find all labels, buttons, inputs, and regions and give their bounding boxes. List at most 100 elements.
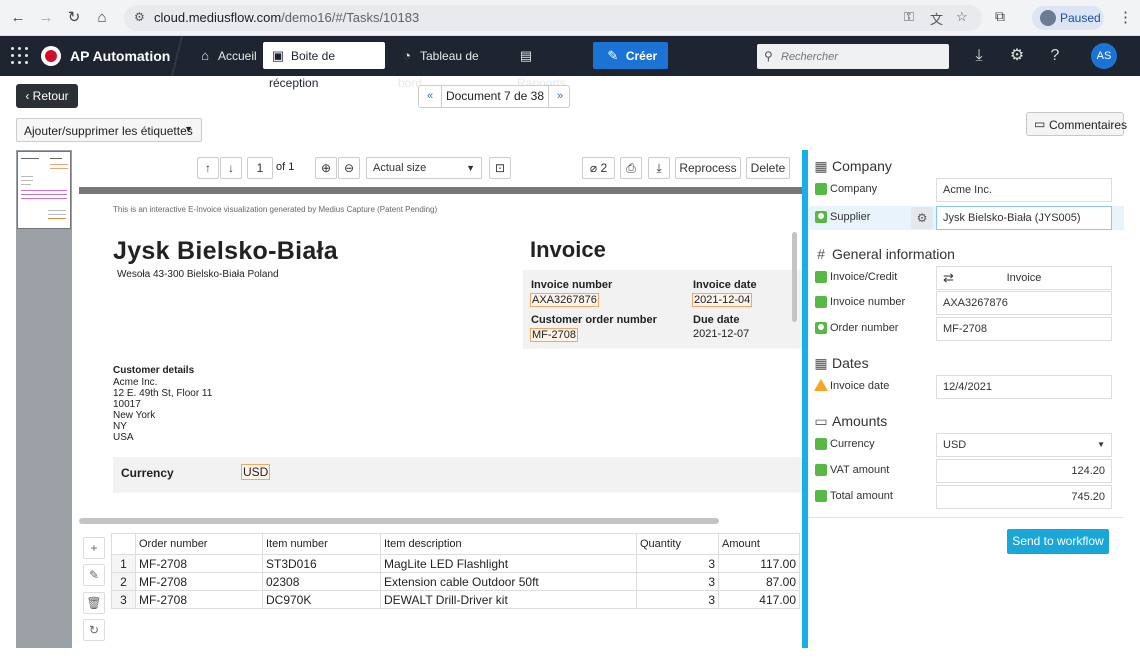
status-ok-icon	[815, 183, 827, 195]
column-header[interactable]: Amount	[718, 533, 800, 555]
tags-dropdown[interactable]: Ajouter/supprimer les étiquettes ▼	[16, 118, 202, 142]
vat-amount-field[interactable]: 124.20	[936, 459, 1112, 483]
attachments-button[interactable]: ⌀ 2	[582, 157, 615, 179]
next-document-button[interactable]: »	[549, 86, 571, 107]
column-header[interactable]: Item number	[262, 533, 381, 555]
supplier-settings-icon[interactable]: ⚙	[911, 207, 933, 229]
column-header[interactable]: Item description	[380, 533, 637, 555]
page-number-input[interactable]: 1	[247, 157, 273, 179]
add-line-icon[interactable]: +	[83, 537, 105, 559]
create-button[interactable]: ✎ Créer	[593, 42, 668, 69]
warning-icon	[814, 379, 828, 391]
column-header[interactable]: Quantity	[636, 533, 719, 555]
site-settings-icon[interactable]: ⚙	[134, 10, 145, 24]
column-header[interactable]: Order number	[135, 533, 263, 555]
send-to-workflow-button[interactable]: Send to workflow	[1007, 529, 1109, 554]
help-icon[interactable]: ?	[1044, 45, 1066, 67]
arrow-up-icon[interactable]: ↑	[197, 157, 219, 179]
browser-menu-icon[interactable]: ⋮	[1118, 8, 1133, 26]
invoice-credit-toggle[interactable]: ⇄ Invoice	[936, 266, 1112, 290]
comments-button[interactable]: ▭ Commentaires	[1026, 112, 1127, 136]
app-launcher-icon[interactable]	[11, 47, 29, 65]
table-row[interactable]: 1 MF-2708 ST3D016 MagLite LED Flashlight…	[111, 554, 800, 573]
forward-arrow-icon[interactable]: →	[36, 8, 56, 28]
profile-avatar	[1040, 10, 1056, 26]
caret-down-icon: ▼	[1097, 440, 1105, 449]
invoice-summary-box: Invoice number AXA3267876 Invoice date 2…	[523, 270, 802, 349]
text-select-icon[interactable]: ⊡	[489, 157, 511, 179]
edit-line-icon[interactable]: ✎	[83, 564, 105, 586]
nav-accueil[interactable]: ⌂ Accueil	[190, 42, 260, 69]
refresh-lines-icon[interactable]: ↻	[83, 619, 105, 641]
invoice-date-value[interactable]: 2021-12-04	[692, 293, 753, 307]
invoice-date-label: Invoice date	[693, 279, 757, 291]
reports-icon: ▤	[519, 48, 533, 63]
invoice-document: This is an interactive E-Invoice visuali…	[79, 187, 802, 515]
document-position: Document 7 de 38	[441, 86, 549, 107]
key-icon[interactable]: ⚿	[904, 9, 914, 25]
home-browser-icon[interactable]: ⌂	[92, 8, 112, 28]
field-total-amount: Total amount 745.20	[808, 485, 1124, 509]
order-number-label: Customer order number	[531, 314, 657, 326]
translate-icon[interactable]: 文	[930, 9, 943, 28]
person-status-icon	[815, 211, 827, 223]
vertical-scrollbar[interactable]	[792, 232, 797, 322]
nav-rapports[interactable]: ▤Rapports	[511, 42, 587, 90]
search-input[interactable]	[781, 48, 941, 65]
order-number-value[interactable]: MF-2708	[530, 328, 579, 342]
address-bar[interactable]: ⚙ cloud.mediusflow.com/demo16/#/Tasks/10…	[124, 5, 982, 31]
supplier-field[interactable]: Jysk Bielsko-Biała (JYS005)	[936, 206, 1112, 230]
invoice-title: Invoice	[530, 237, 606, 262]
chevron-left-icon: ‹	[25, 89, 33, 103]
reprocess-button[interactable]: Reprocess	[675, 157, 741, 179]
previous-document-button[interactable]: «	[419, 86, 441, 107]
profile-button[interactable]: Paused	[1032, 6, 1104, 30]
table-header-row: Order number Item number Item descriptio…	[111, 533, 800, 555]
invoice-number-value[interactable]: AXA3267876	[530, 293, 599, 307]
due-date-label: Due date	[693, 314, 740, 326]
document-top-bar	[79, 187, 802, 194]
page-thumbnail[interactable]	[17, 151, 71, 229]
download-icon[interactable]: ⤓	[968, 45, 990, 67]
order-number-field[interactable]: MF-2708	[936, 317, 1112, 341]
back-button[interactable]: ‹ Retour	[16, 84, 78, 108]
currency-select[interactable]: USD ▼	[936, 433, 1112, 457]
settings-gear-icon[interactable]: ⚙	[1006, 45, 1028, 67]
currency-label: Currency	[121, 466, 174, 480]
nav-boite-de-reception[interactable]: ▣ Boite de réception	[263, 42, 385, 90]
currency-value[interactable]: USD	[241, 464, 271, 480]
horizontal-scrollbar[interactable]	[79, 518, 719, 524]
company-field[interactable]: Acme Inc.	[936, 178, 1112, 202]
back-arrow-icon[interactable]: ←	[8, 8, 28, 28]
print-icon[interactable]: ⎙	[620, 157, 642, 179]
invoice-date-field[interactable]: 12/4/2021	[936, 375, 1112, 399]
bookmark-star-icon[interactable]: ☆	[956, 9, 968, 25]
total-amount-field[interactable]: 745.20	[936, 485, 1112, 509]
lines-table: Order number Item number Item descriptio…	[111, 533, 800, 609]
arrow-down-icon[interactable]: ↓	[220, 157, 242, 179]
reload-icon[interactable]: ↻	[64, 8, 84, 28]
nav-tableau-de-bord[interactable]: ◔ Tableau de bord	[392, 42, 504, 90]
money-icon: ▭	[814, 413, 828, 429]
download-doc-icon[interactable]: ⤓	[648, 157, 670, 179]
zoom-select[interactable]: Actual size ▼	[366, 157, 482, 179]
delete-button[interactable]: Delete	[746, 157, 790, 179]
header-search[interactable]: ⚲	[757, 44, 949, 69]
invoice-number-field[interactable]: AXA3267876	[936, 291, 1112, 315]
page-thumbnails	[16, 150, 72, 648]
table-row[interactable]: 3 MF-2708 DC970K DEWALT Drill-Driver kit…	[111, 590, 800, 609]
table-row[interactable]: 2 MF-2708 02308 Extension cable Outdoor …	[111, 572, 800, 591]
delete-line-icon[interactable]: 🗑	[83, 592, 105, 614]
zoom-in-icon[interactable]: ⊕	[315, 157, 337, 179]
extensions-icon[interactable]: ⧉	[995, 8, 1005, 25]
zoom-out-icon[interactable]: ⊖	[338, 157, 360, 179]
user-avatar[interactable]: AS	[1091, 43, 1117, 69]
invoice-lines: + ✎ 🗑 ↻ Order number Item number Item de…	[79, 533, 802, 648]
visualization-notice: This is an interactive E-Invoice visuali…	[113, 205, 438, 214]
url-text: cloud.mediusflow.com/demo16/#/Tasks/1018…	[154, 10, 420, 25]
home-icon: ⌂	[201, 48, 209, 63]
paperclip-icon: ⌀	[589, 161, 598, 175]
create-icon: ✎	[607, 48, 619, 63]
section-amounts: ▭ Amounts	[814, 413, 888, 429]
section-general-information: # General information	[814, 246, 955, 262]
